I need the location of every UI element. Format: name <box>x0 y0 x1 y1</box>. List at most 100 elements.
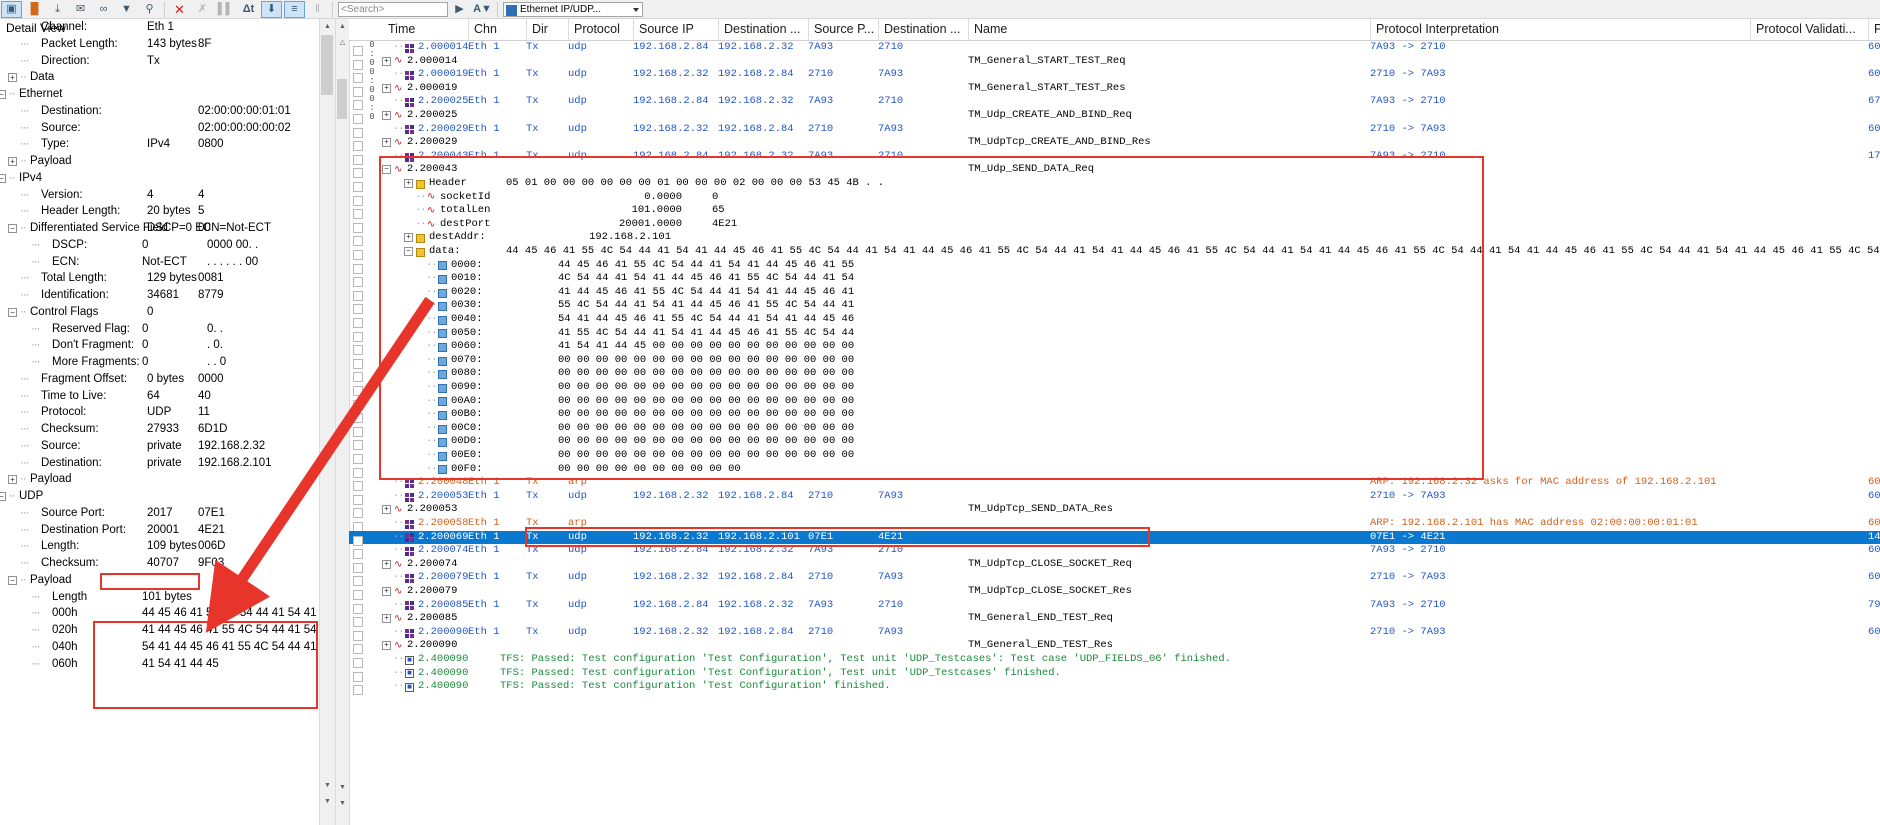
expand-icon[interactable]: + <box>8 157 17 166</box>
detail-row[interactable]: + ·· Payload <box>0 471 318 488</box>
table-row[interactable]: ··· ■ 2.400090 TFS: Passed: Test configurat… <box>335 680 1880 696</box>
table-row[interactable]: + Header 05 01 00 00 00 00 00 00 01 00 00 … <box>335 177 1880 192</box>
detail-row[interactable]: − ·· Control Flags 0 <box>0 304 318 321</box>
row-flag-checkbox[interactable] <box>353 685 363 696</box>
clear-list-icon[interactable]: ✗ <box>192 1 213 18</box>
scroll-down-icon[interactable]: ▼ <box>320 778 335 793</box>
detail-row[interactable]: ··· Checksum: 40707 9F03 <box>0 555 318 572</box>
table-row[interactable]: ··· 2.200043 Eth 1 Tx udp 192.168.2.84 192.168… <box>335 150 1880 165</box>
detail-row[interactable]: ··· Source: private 192.168.2.32 <box>0 438 318 455</box>
import-icon[interactable]: ⤓ <box>47 1 68 18</box>
expand-icon[interactable]: + <box>382 641 391 651</box>
detail-row[interactable]: ··· 000h 44 45 46 41 55 4C 54 44 41 54 41 … <box>0 605 333 622</box>
column-header-name[interactable]: Name <box>968 19 1370 40</box>
table-row[interactable]: ··· ■ 2.400090 TFS: Passed: Test configurat… <box>335 653 1880 668</box>
detail-row[interactable]: ··· Identification: 34681 8779 <box>0 287 318 304</box>
table-row[interactable]: + ∿ 2.000019 TM_General_START_TEST_Res <box>335 82 1880 97</box>
delete-icon[interactable]: ✕ <box>169 1 190 18</box>
search-go-icon[interactable]: ▶ <box>449 1 470 18</box>
packet-list-panel[interactable]: 0:00:00:0 Time Chn Dir Protocol Source IP Des… <box>335 19 1880 825</box>
column-header-dst_ip[interactable]: Destination ... <box>718 19 808 40</box>
detail-row[interactable]: ··· Reserved Flag: 0 0. . <box>0 321 318 338</box>
table-row[interactable]: ··· 2.200079 Eth 1 Tx udp 192.168.2.32 192.168… <box>335 571 1880 587</box>
collapse-icon[interactable]: − <box>8 307 17 317</box>
table-row[interactable]: ··· ∿ totalLen 101.0000 65 <box>335 204 1880 220</box>
expand-icon[interactable]: + <box>404 233 413 243</box>
expand-icon[interactable]: + <box>8 73 17 83</box>
table-row[interactable]: + ∿ 2.200074 TM_UdpTcp_CLOSE_SOCKET_Req <box>335 558 1880 573</box>
table-row[interactable]: ··· 00B0: 00 00 00 00 00 00 00 00 00 00 00… <box>335 408 1880 424</box>
table-row[interactable]: ··· 2.200085 Eth 1 Tx udp 192.168.2.84 192.168… <box>335 599 1880 614</box>
table-row[interactable]: ··· 00E0: 00 00 00 00 00 00 00 00 00 00 00… <box>335 449 1880 464</box>
column-header-time[interactable]: Time <box>383 19 468 40</box>
scroll-up-icon[interactable]: ▲ <box>320 19 335 34</box>
table-row[interactable]: ··· 00C0: 00 00 00 00 00 00 00 00 00 00 00… <box>335 422 1880 437</box>
detail-view-panel[interactable]: Detail View ··· Channel: Eth 1 ··· Packet Le… <box>0 19 335 825</box>
column-header-dst_port[interactable]: Destination ... <box>878 19 968 40</box>
expand-icon[interactable]: + <box>382 138 391 148</box>
scroll-page-down-icon[interactable]: ▼ <box>320 794 335 809</box>
collapse-icon[interactable]: − <box>8 224 17 233</box>
find-icon[interactable]: ⚲ <box>139 1 160 18</box>
table-row[interactable]: ··· 0000: 44 45 46 41 55 4C 54 44 41 54 41… <box>335 259 1880 274</box>
packet-scroll-thumb[interactable] <box>337 79 347 119</box>
detail-row[interactable]: ··· Destination: private 192.168.2.101 <box>0 455 318 472</box>
column-header-chn[interactable]: Chn <box>468 19 526 40</box>
pause-icon[interactable]: ▌▌ <box>215 1 236 18</box>
detail-row[interactable]: −··IPv4 <box>0 170 318 187</box>
detail-row[interactable]: ··· Length 101 bytes <box>0 589 318 606</box>
detail-row[interactable]: −··Ethernet <box>0 86 318 103</box>
delta-time-icon[interactable]: Δt <box>238 1 259 18</box>
table-row[interactable]: − ∿ 2.200043 TM_Udp_SEND_DATA_Req <box>335 163 1880 179</box>
detail-row[interactable]: ··· 040h 54 41 44 45 46 41 55 4C 54 44 41 … <box>0 639 333 656</box>
table-row[interactable]: ··· 2.000014 Eth 1 Tx udp 192.168.2.84 192.168… <box>335 41 1880 56</box>
column-header-interp[interactable]: Protocol Interpretation <box>1370 19 1750 40</box>
table-row[interactable]: ··· 2.200090 Eth 1 Tx udp 192.168.2.32 192.168… <box>335 626 1880 641</box>
table-row[interactable]: ··· ■ 2.400090 TFS: Passed: Test configurat… <box>335 667 1880 682</box>
packet-list-left-scrollbar[interactable]: ▲ △ ▼ ▼ <box>335 19 349 825</box>
table-row[interactable]: ··· 2.200048 Eth 1 Tx arp ARP: 192.168.2.32 a… <box>335 476 1880 492</box>
packet-scroll-down-icon[interactable]: ▼ <box>336 780 349 795</box>
table-row[interactable]: ··· 0090: 00 00 00 00 00 00 00 00 00 00 00… <box>335 381 1880 396</box>
table-row[interactable]: ··· 0030: 55 4C 54 44 41 54 41 44 45 46 41… <box>335 299 1880 315</box>
expand-icon[interactable]: + <box>382 559 391 569</box>
expand-icon[interactable]: + <box>382 505 391 515</box>
detail-row[interactable]: ··· Channel: Eth 1 <box>0 19 318 36</box>
detail-row[interactable]: ··· Source: 02:00:00:00:00:02 <box>0 120 318 137</box>
expand-icon[interactable]: + <box>382 614 391 624</box>
capture-icon[interactable]: ▣ <box>1 0 22 18</box>
collapse-icon[interactable]: − <box>0 492 6 501</box>
table-row[interactable]: ··· 00F0: 00 00 00 00 00 00 00 00 00 00 <box>335 463 1880 478</box>
detail-row[interactable]: ··· Type: IPv4 0800 <box>0 136 318 153</box>
column-header-valid[interactable]: Protocol Validati... <box>1750 19 1868 40</box>
table-row[interactable]: ··· 2.200029 Eth 1 Tx udp 192.168.2.32 192.168… <box>335 123 1880 138</box>
table-row[interactable]: + ∿ 2.200079 TM_UdpTcp_CLOSE_SOCKET_Res <box>335 585 1880 600</box>
expand-icon[interactable]: + <box>382 56 391 66</box>
table-row[interactable]: ··· 2.200053 Eth 1 Tx udp 192.168.2.32 192.168… <box>335 490 1880 505</box>
table-row[interactable]: + ∿ 2.200090 TM_General_END_TEST_Res <box>335 639 1880 655</box>
detail-row[interactable]: ··· Time to Live: 64 40 <box>0 388 318 405</box>
detail-row[interactable]: − ·· Differentiated Service Field DSCP=0 EC… <box>0 220 318 237</box>
packet-scroll-top-icon[interactable]: ▲ <box>336 19 349 34</box>
table-row[interactable]: + ∿ 2.200029 TM_UdpTcp_CREATE_AND_BIND_Res <box>335 136 1880 152</box>
table-row[interactable]: ··· 0010: 4C 54 44 41 54 41 44 45 46 41 55… <box>335 272 1880 288</box>
table-row[interactable]: ··· 2.000019 Eth 1 Tx udp 192.168.2.32 192.168… <box>335 68 1880 84</box>
table-row[interactable]: − data: 44 45 46 41 55 4C 54 44 41 54 41 4… <box>335 245 1880 260</box>
detail-row[interactable]: ··· DSCP: 0 0000 00. . <box>0 237 318 254</box>
detail-row[interactable]: ··· Fragment Offset: 0 bytes 0000 <box>0 371 318 388</box>
detail-row[interactable]: ··· Packet Length: 143 bytes 8F <box>0 36 318 53</box>
channel-filter-combo[interactable]: Ethernet IP/UDP... <box>503 1 643 17</box>
detail-row[interactable]: ··· Checksum: 27933 6D1D <box>0 421 318 438</box>
expand-icon[interactable]: + <box>382 111 391 120</box>
statistics-icon[interactable]: █ <box>24 1 45 18</box>
chevron-down-icon[interactable] <box>633 7 639 12</box>
table-row[interactable]: + ∿ 2.200053 TM_UdpTcp_SEND_DATA_Res <box>335 503 1880 519</box>
columns-icon[interactable]: ‖ <box>307 1 328 18</box>
column-header-packet[interactable]: Packet <box>1868 19 1880 40</box>
collapse-icon[interactable]: − <box>8 575 17 585</box>
detail-row[interactable]: −··UDP <box>0 488 318 505</box>
filter-sort-icon[interactable]: ▼ <box>116 1 137 18</box>
expand-rows-icon[interactable]: ≡ <box>284 0 305 18</box>
detail-row[interactable]: − ·· Payload <box>0 572 318 589</box>
detail-row[interactable]: ··· Protocol: UDP 11 <box>0 404 318 421</box>
